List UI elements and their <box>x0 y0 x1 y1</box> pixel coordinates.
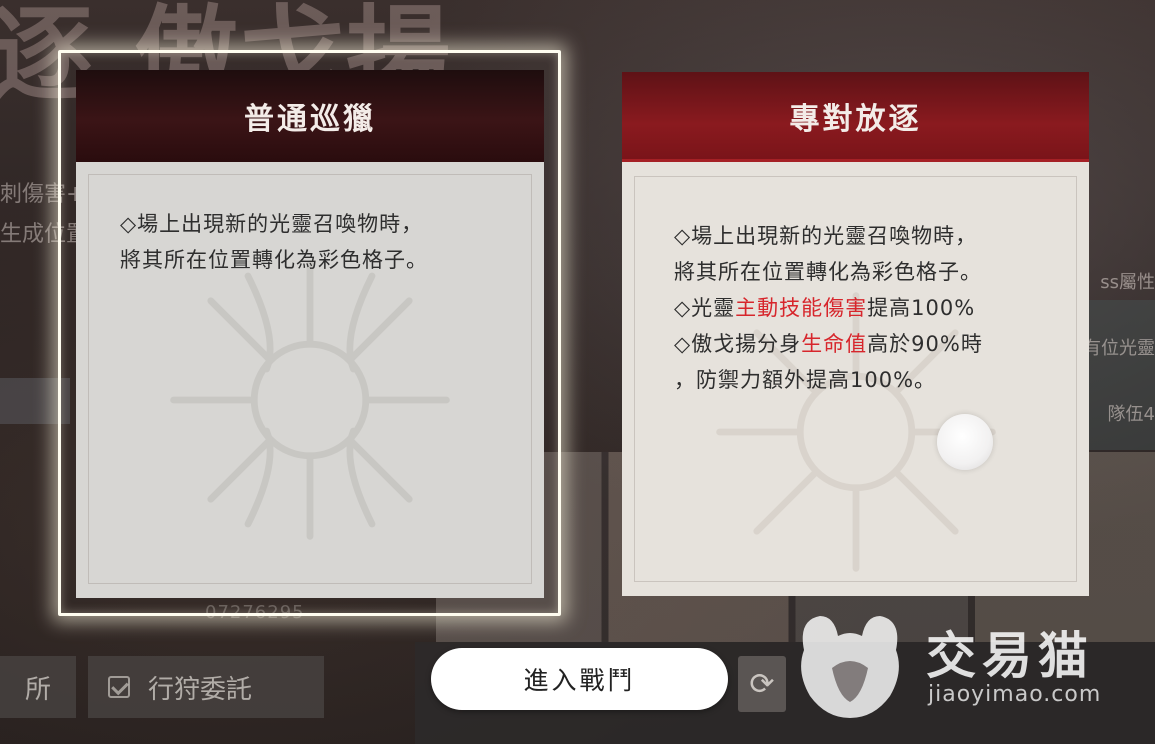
card-normal-description: ◇場上出現新的光靈召喚物時， 將其所在位置轉化為彩色格子。 <box>120 206 504 278</box>
description-line: 將其所在位置轉化為彩色格子。 <box>674 260 982 284</box>
left-menu-label: 所 <box>24 674 51 705</box>
hunt-commission-label: 行狩委託 <box>148 674 253 705</box>
right-text-attr: ss屬性 <box>1100 272 1155 293</box>
description-line: ◇場上出現新的光靈召喚物時， <box>120 212 424 236</box>
highlight-active-skill-damage: 主動技能傷害 <box>735 296 868 320</box>
thorn-emblem-icon <box>170 260 450 540</box>
description-line: ，防禦力額外提高100%。 <box>674 368 937 392</box>
card-exile-description: ◇場上出現新的光靈召喚物時， 將其所在位置轉化為彩色格子。 ◇光靈主動技能傷害提… <box>674 218 1049 398</box>
watermark: 交易猫 jiaoyimao.com <box>790 602 1120 722</box>
text-segment: 高於90%時 <box>867 332 983 356</box>
description-line: ◇光靈主動技能傷害提高100% <box>674 290 1049 326</box>
description-line: 將其所在位置轉化為彩色格子。 <box>120 248 428 272</box>
watermark-url: jiaoyimao.com <box>928 682 1102 707</box>
description-line: ◇場上出現新的光靈召喚物時， <box>674 224 978 248</box>
refresh-icon: ⟳ <box>749 666 775 702</box>
card-exile-title: 專對放逐 <box>622 72 1089 162</box>
enter-battle-button[interactable]: 進入戰鬥 <box>431 648 728 710</box>
card-normal-title: 普通巡獵 <box>76 70 544 162</box>
left-menu-button[interactable]: 所 <box>0 656 76 718</box>
checkbox-icon <box>108 676 130 698</box>
text-segment: ◇傲戈揚分身 <box>674 332 802 356</box>
refresh-button[interactable]: ⟳ <box>738 656 786 712</box>
side-text-position: 生成位置 <box>0 222 89 247</box>
description-line: ◇傲戈揚分身生命值高於90%時 <box>674 326 1049 362</box>
right-text-slot: 有位光靈 <box>1083 338 1155 359</box>
right-strip <box>1085 300 1155 450</box>
left-band <box>0 378 70 424</box>
highlight-hp: 生命值 <box>801 332 868 356</box>
touch-indicator <box>937 414 993 470</box>
serial-number: 07276295 <box>205 602 305 623</box>
side-text-damage: 刺傷害+ <box>0 182 85 207</box>
cat-logo-icon <box>801 616 899 718</box>
text-segment: 提高100% <box>867 296 976 320</box>
mode-card-normal[interactable]: 普通巡獵 ◇場上出現新的光靈召喚物時， 將其所在位置轉化為彩色格子。 <box>76 70 544 598</box>
hunt-commission-button[interactable]: 行狩委託 <box>88 656 324 718</box>
text-segment: ◇光靈 <box>674 296 736 320</box>
right-text-team: 隊伍4 <box>1107 404 1155 425</box>
mode-card-exile[interactable]: 專對放逐 ◇場上出現新的光靈召喚物時， 將其所在位置轉化為彩色格子。 ◇光靈主動… <box>622 72 1089 596</box>
watermark-brand: 交易猫 <box>926 627 1094 685</box>
